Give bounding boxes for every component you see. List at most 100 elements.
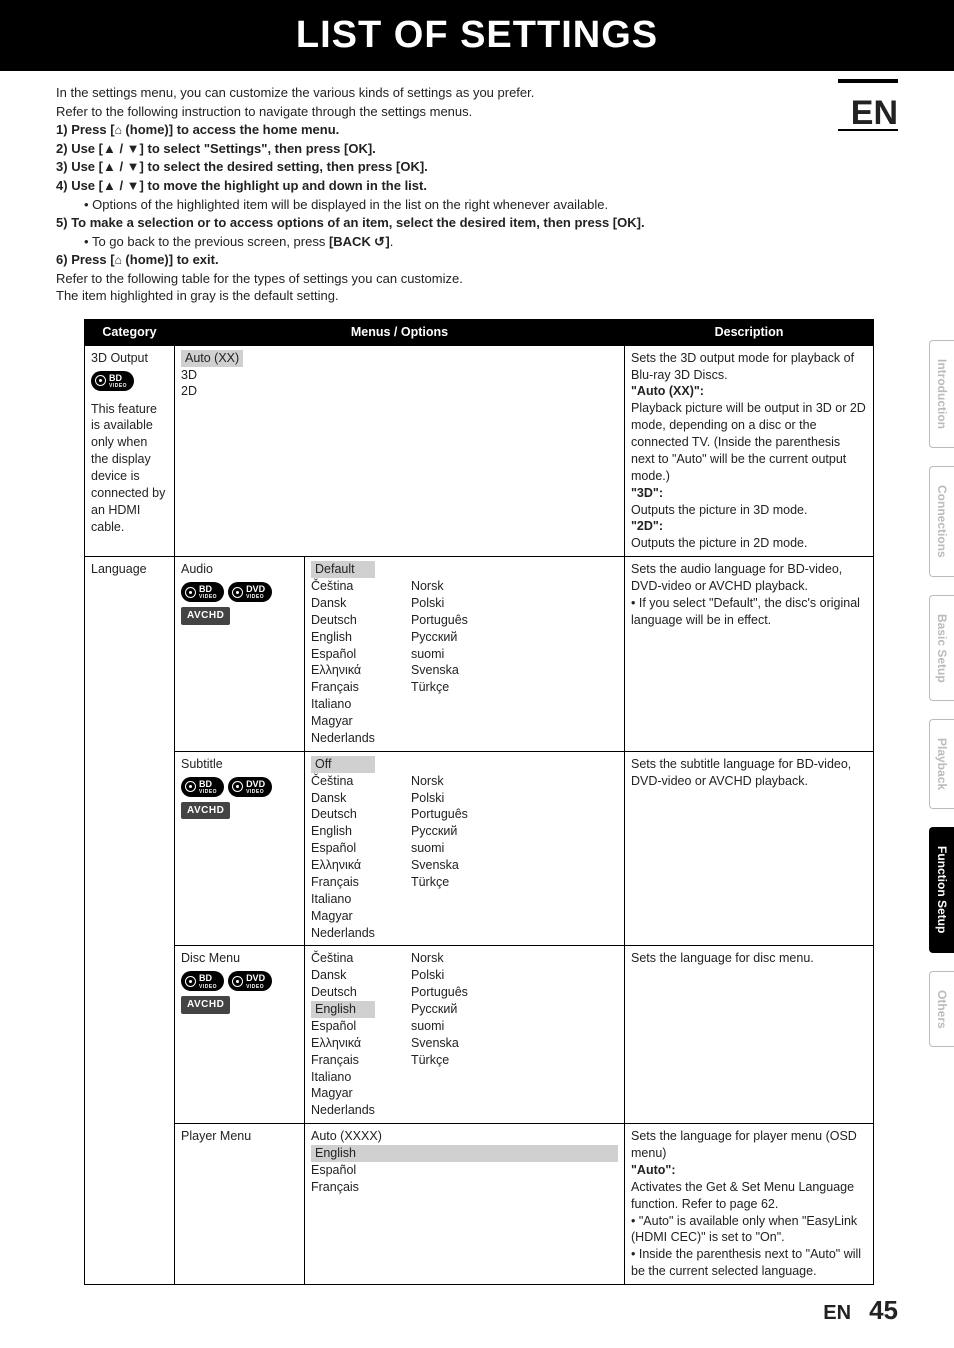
table-row: Language Audio BDVIDEO DVDVIDEO AVCHD De… (85, 557, 874, 752)
desc-line: Sets the 3D output mode for playback of … (631, 350, 867, 384)
desc-head: "Auto (XX)": (631, 384, 704, 398)
option: Nederlands (311, 1102, 375, 1119)
disc-icon (232, 976, 243, 987)
subcat-title: Player Menu (181, 1129, 251, 1143)
step-num: 4) (56, 178, 68, 193)
table-row: Disc Menu BDVIDEO DVDVIDEO AVCHD Čeština… (85, 946, 874, 1124)
option: 2D (181, 383, 618, 400)
cell-description: Sets the language for player menu (OSD m… (625, 1124, 874, 1285)
post-line: The item highlighted in gray is the defa… (56, 287, 898, 305)
option: Français (311, 1052, 375, 1069)
lang-rule-bot (838, 129, 898, 131)
desc-line: "Auto" is available only when "EasyLink … (631, 1214, 857, 1245)
avchd-badge: AVCHD (181, 607, 230, 625)
option: suomi (411, 646, 468, 663)
option: Nederlands (311, 925, 375, 942)
cell-options: Auto (XXXX) English Español Français (305, 1124, 625, 1285)
step-num: 5) (56, 215, 68, 230)
option: English (311, 823, 375, 840)
home-icon: ⌂ (115, 253, 122, 267)
intro-line: Refer to the following instruction to na… (56, 103, 898, 121)
cell-description: Sets the 3D output mode for playback of … (625, 345, 874, 557)
option: Português (411, 612, 468, 629)
option: Dansk (311, 967, 375, 984)
cell-options: Off Čeština Dansk Deutsch English Españo… (305, 751, 625, 946)
option: suomi (411, 840, 468, 857)
desc-line: Outputs the picture in 2D mode. (631, 535, 867, 552)
option: Dansk (311, 595, 375, 612)
desc-line: Sets the language for disc menu. (631, 950, 867, 967)
option: Deutsch (311, 612, 375, 629)
desc-line: Sets the audio language for BD-video, DV… (631, 561, 867, 595)
page-title-bar: LIST OF SETTINGS (0, 0, 954, 71)
cell-description: Sets the subtitle language for BD-video,… (625, 751, 874, 946)
disc-icon (232, 781, 243, 792)
option: Deutsch (311, 984, 375, 1001)
cell-options: Čeština Dansk Deutsch English Español Ελ… (305, 946, 625, 1124)
steps-list: 1) Press [⌂ (home)] to access the home m… (56, 121, 898, 268)
disc-icon (185, 976, 196, 987)
option: Norsk (411, 578, 468, 595)
bd-video-badge: BDVIDEO (181, 582, 224, 602)
option: Svenska (411, 857, 468, 874)
option: 3D (181, 367, 618, 384)
option: Dansk (311, 790, 375, 807)
cell-category: 3D Output BDVIDEO This feature is availa… (85, 345, 175, 557)
th-category: Category (85, 319, 175, 345)
option: Português (411, 984, 468, 1001)
default-option: Off (311, 756, 375, 773)
dvd-video-badge: DVDVIDEO (228, 777, 272, 797)
step-num: 3) (56, 159, 68, 174)
avchd-badge: AVCHD (181, 996, 230, 1014)
back-icon: ↻ (374, 233, 385, 251)
step-text: Press [ (71, 252, 114, 267)
back-label: [BACK (329, 234, 375, 249)
option: Auto (XXXX) (311, 1128, 618, 1145)
desc-line: Inside the parenthesis next to "Auto" wi… (631, 1247, 861, 1278)
dvd-video-badge: DVDVIDEO (228, 971, 272, 991)
cell-description: Sets the language for disc menu. (625, 946, 874, 1124)
default-option: Auto (XX) (181, 350, 243, 367)
post-steps: Refer to the following table for the typ… (56, 270, 898, 305)
option: Svenska (411, 1035, 468, 1052)
option: Español (311, 1018, 375, 1035)
tab-introduction[interactable]: Introduction (929, 340, 954, 448)
cat-title: 3D Output (91, 351, 148, 365)
step-bullet: Options of the highlighted item will be … (92, 197, 608, 212)
option: Español (311, 1162, 618, 1179)
option: Magyar (311, 908, 375, 925)
desc-line: Sets the subtitle language for BD-video,… (631, 756, 867, 790)
section-tabs: Introduction Connections Basic Setup Pla… (929, 340, 954, 1047)
option: Magyar (311, 1085, 375, 1102)
tab-others[interactable]: Others (929, 971, 954, 1048)
option: Português (411, 806, 468, 823)
page-footer: EN 45 (823, 1293, 898, 1328)
cell-subcat: Player Menu (175, 1124, 305, 1285)
option: Français (311, 679, 375, 696)
step-text: Use [▲ / ▼] to select the desired settin… (71, 159, 428, 174)
option: Español (311, 840, 375, 857)
dvd-video-badge: DVDVIDEO (228, 582, 272, 602)
post-line: Refer to the following table for the typ… (56, 270, 898, 288)
bd-video-badge: BDVIDEO (181, 971, 224, 991)
page-title: LIST OF SETTINGS (296, 14, 658, 56)
step-text: Use [▲ / ▼] to select "Settings", then p… (71, 141, 376, 156)
th-menus: Menus / Options (175, 319, 625, 345)
tab-connections[interactable]: Connections (929, 466, 954, 577)
tab-basic-setup[interactable]: Basic Setup (929, 595, 954, 702)
option: Polski (411, 967, 468, 984)
option: Türkçe (411, 1052, 468, 1069)
default-option: English (311, 1145, 618, 1162)
option: Magyar (311, 713, 375, 730)
tab-playback[interactable]: Playback (929, 719, 954, 809)
step-num: 2) (56, 141, 68, 156)
option: English (311, 629, 375, 646)
cell-category: Language (85, 557, 175, 1285)
cell-subcat: Subtitle BDVIDEO DVDVIDEO AVCHD (175, 751, 305, 946)
cat-title: Language (91, 562, 147, 576)
disc-icon (185, 587, 196, 598)
table-row: Subtitle BDVIDEO DVDVIDEO AVCHD Off Češt… (85, 751, 874, 946)
tab-function-setup[interactable]: Function Setup (929, 827, 954, 952)
option: Čeština (311, 950, 375, 967)
settings-table: Category Menus / Options Description 3D … (84, 319, 874, 1285)
